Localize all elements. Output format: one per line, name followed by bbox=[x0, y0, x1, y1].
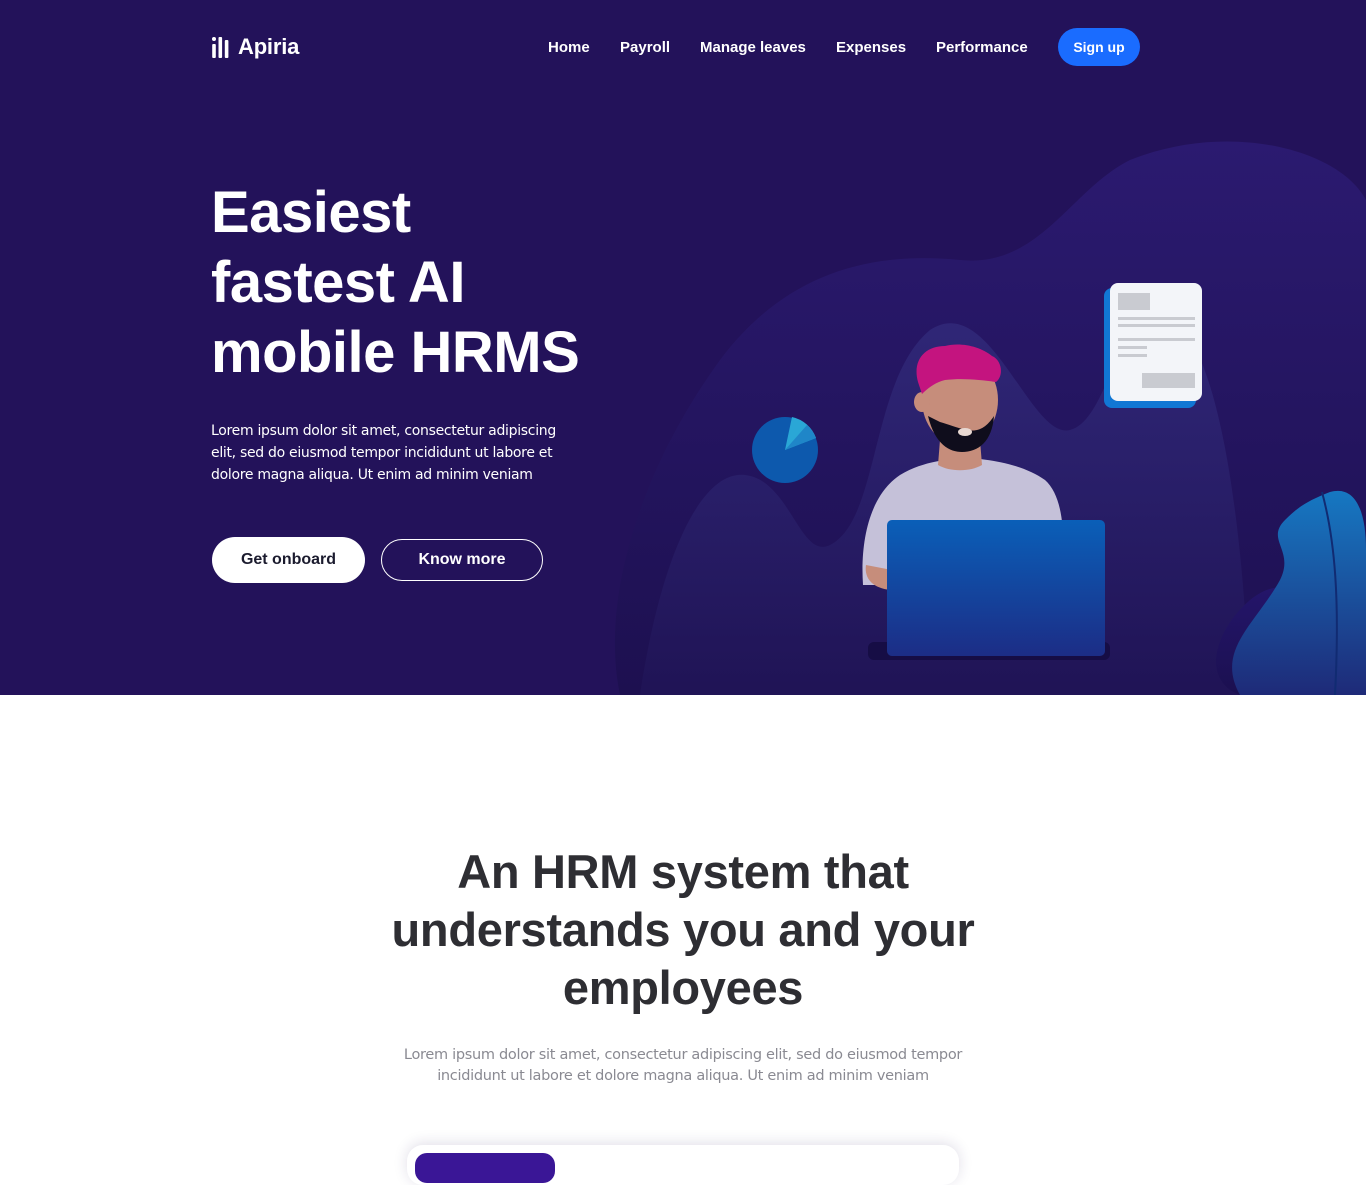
section-title-line: understands you and your bbox=[391, 903, 975, 956]
section-subtitle: Lorem ipsum dolor sit amet, consectetur … bbox=[403, 1047, 963, 1084]
bar-logo-icon bbox=[212, 37, 229, 58]
hero-title-line: Easiest bbox=[211, 180, 411, 245]
nav-item-expenses[interactable]: Expenses bbox=[836, 39, 906, 56]
section-title-line: employees bbox=[562, 961, 804, 1014]
preview-card bbox=[407, 1145, 959, 1185]
nav-item-performance[interactable]: Performance bbox=[936, 39, 1028, 56]
preview-tab[interactable] bbox=[415, 1153, 555, 1183]
brand-name: Apiria bbox=[238, 34, 300, 59]
pie-chart-icon bbox=[752, 417, 818, 483]
section-title: An HRM system that understands you and y… bbox=[333, 843, 1033, 1017]
signup-button[interactable]: Sign up bbox=[1058, 28, 1140, 66]
hero-illustration bbox=[752, 283, 1366, 695]
hero-section: Apiria Home Payroll Manage leaves Expens… bbox=[0, 0, 1366, 695]
hero-subtitle: Lorem ipsum dolor sit amet, consectetur … bbox=[211, 423, 556, 483]
plant-icon bbox=[1216, 490, 1366, 695]
person-illustration bbox=[862, 344, 1110, 660]
nav-item-payroll[interactable]: Payroll bbox=[620, 39, 670, 56]
hero-title: Easiest fastest AI mobile HRMS bbox=[211, 178, 631, 388]
document-icon bbox=[1104, 283, 1202, 408]
get-onboard-button[interactable]: Get onboard bbox=[212, 537, 365, 583]
hero-title-line: mobile HRMS bbox=[211, 320, 580, 385]
know-more-button[interactable]: Know more bbox=[381, 539, 543, 581]
brand-logo[interactable]: Apiria bbox=[211, 33, 299, 61]
hero-title-line: fastest AI bbox=[211, 250, 465, 315]
nav-item-home[interactable]: Home bbox=[548, 39, 590, 56]
section-title-line: An HRM system that bbox=[457, 845, 909, 898]
nav-item-manage-leaves[interactable]: Manage leaves bbox=[700, 39, 806, 56]
